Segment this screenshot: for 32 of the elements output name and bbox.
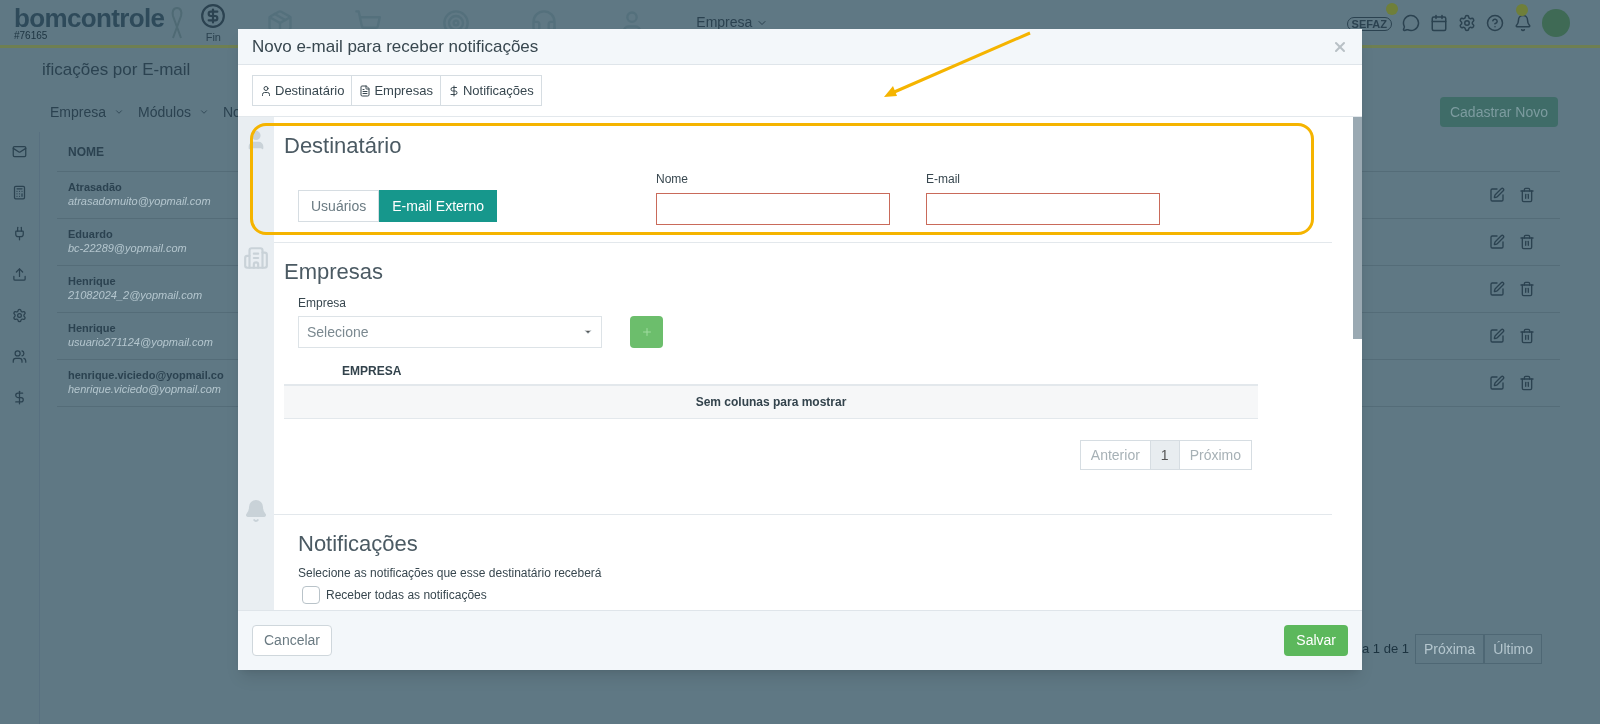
checkbox-label: Receber todas as notificações [326,587,487,604]
field-label: E-mail [926,171,961,188]
segment-toggle[interactable]: Usuários [298,190,380,222]
page-button[interactable]: Próxima [1414,634,1485,664]
new-button[interactable]: Cadastrar Novo [1439,97,1558,127]
section-heading: Empresas [284,258,385,286]
page-info: a 1 de 1 [1361,640,1409,659]
recipient-email: usuario271124@yopmail.com [68,336,213,350]
page-button[interactable]: 1 [1149,440,1180,470]
recipient-email: bc-22289@yopmail.com [68,242,187,256]
column-header: EMPRESA [342,363,402,380]
section-description: Selecione as notificações que esse destinatário receberá [298,565,603,582]
tab[interactable]: Destinatário [252,75,353,106]
save-button[interactable]: Salvar [1284,625,1348,656]
field-label: Empresa [298,295,348,312]
page-button[interactable]: Próximo [1178,440,1252,470]
recipient-email: 21082024_2@yopmail.com [68,289,203,303]
tab[interactable]: Empresas [351,75,441,106]
section-heading: Notificações [298,530,419,558]
field-label: Nome [656,171,689,188]
section-heading: Destinatário [284,132,403,160]
empty-message: Sem colunas para mostrar [695,394,847,411]
account-id: #76165 [14,30,49,41]
page-button[interactable]: Anterior [1079,440,1151,470]
cancel-button[interactable]: Cancelar [252,625,333,656]
recipient-email: atrasadomuito@yopmail.com [68,195,211,209]
segment-toggle[interactable]: E-mail Externo [379,190,498,222]
page-button[interactable]: Último [1484,634,1542,664]
tab[interactable]: Notificações [439,75,542,106]
recipient-email: henrique.viciedo@yopmail.com [68,383,223,397]
modal-title: Novo e-mail para receber notificações [252,35,539,58]
company-select[interactable]: Selecione [298,316,602,348]
